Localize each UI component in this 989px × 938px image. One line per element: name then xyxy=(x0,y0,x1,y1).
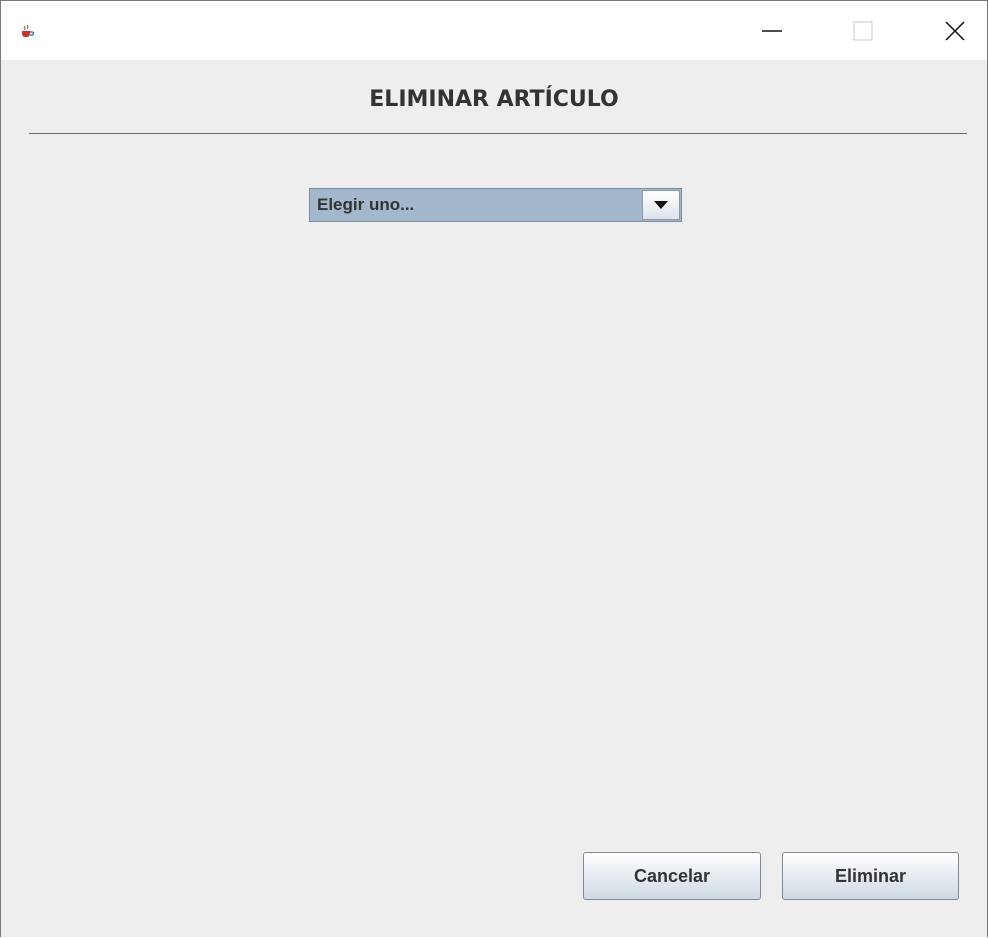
close-button[interactable] xyxy=(932,1,978,61)
article-select-arrow-button[interactable] xyxy=(642,190,680,220)
title-separator xyxy=(29,133,967,134)
article-select-value: Elegir uno... xyxy=(317,195,415,214)
close-icon xyxy=(945,21,965,41)
page-title: ELIMINAR ARTÍCULO xyxy=(369,87,619,112)
chevron-down-icon xyxy=(654,201,668,209)
maximize-icon xyxy=(853,21,873,41)
delete-button[interactable]: Eliminar xyxy=(782,852,959,900)
dialog-content: ELIMINAR ARTÍCULO Elegir uno... Cancelar… xyxy=(1,60,987,937)
minimize-icon xyxy=(762,30,782,32)
maximize-button[interactable] xyxy=(840,1,886,61)
article-select[interactable]: Elegir uno... xyxy=(309,188,682,222)
java-coffee-cup-icon xyxy=(22,25,35,37)
title-bar[interactable] xyxy=(1,0,987,60)
minimize-button[interactable] xyxy=(749,1,795,61)
cancel-button[interactable]: Cancelar xyxy=(583,852,761,900)
dialog-window: ELIMINAR ARTÍCULO Elegir uno... Cancelar… xyxy=(0,0,988,937)
